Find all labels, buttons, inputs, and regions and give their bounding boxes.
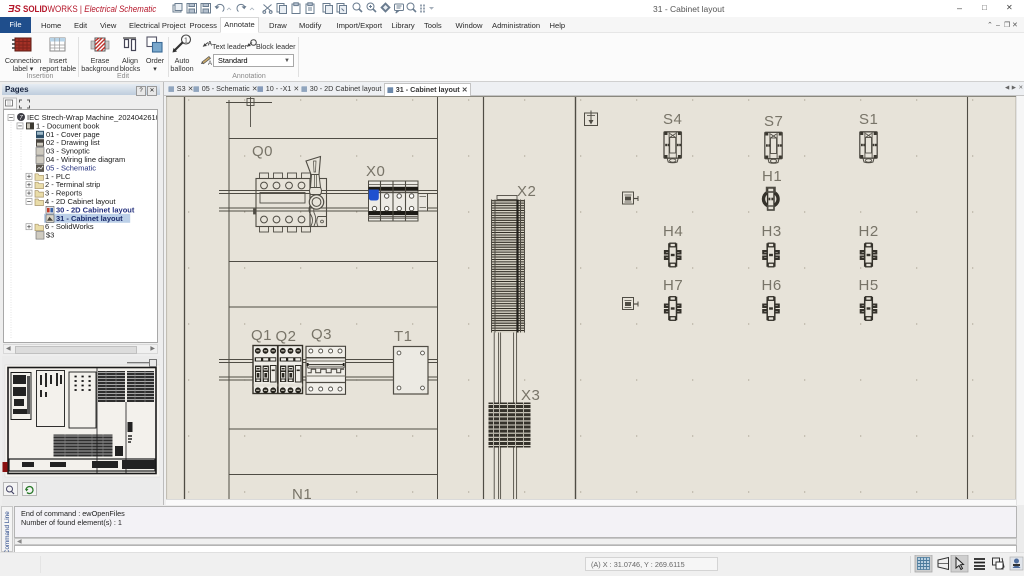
svg-text:H6: H6 bbox=[762, 277, 782, 294]
svg-text:H2: H2 bbox=[859, 223, 879, 240]
svg-text:Q0: Q0 bbox=[252, 143, 273, 160]
svg-text:H7: H7 bbox=[663, 277, 683, 294]
svg-text:T1: T1 bbox=[394, 328, 413, 345]
svg-text:$3: $3 bbox=[46, 231, 54, 240]
svg-text:Q3: Q3 bbox=[311, 326, 332, 343]
svg-text:Q2: Q2 bbox=[276, 328, 297, 345]
svg-text:X3: X3 bbox=[521, 387, 540, 404]
svg-text:X0: X0 bbox=[366, 163, 385, 180]
svg-text:H3: H3 bbox=[762, 223, 782, 240]
svg-text:S7: S7 bbox=[764, 113, 783, 130]
svg-text:Q1: Q1 bbox=[251, 327, 272, 344]
svg-text:H5: H5 bbox=[859, 277, 879, 294]
svg-text:A: A bbox=[208, 61, 212, 67]
svg-text:H1: H1 bbox=[762, 168, 782, 185]
svg-text:S1: S1 bbox=[859, 111, 878, 128]
svg-text:A: A bbox=[208, 41, 213, 48]
svg-text:1: 1 bbox=[184, 37, 188, 44]
svg-text:S4: S4 bbox=[663, 111, 682, 128]
svg-text:N1: N1 bbox=[292, 486, 312, 499]
svg-text:H4: H4 bbox=[663, 223, 683, 240]
svg-text:X2: X2 bbox=[517, 183, 536, 200]
